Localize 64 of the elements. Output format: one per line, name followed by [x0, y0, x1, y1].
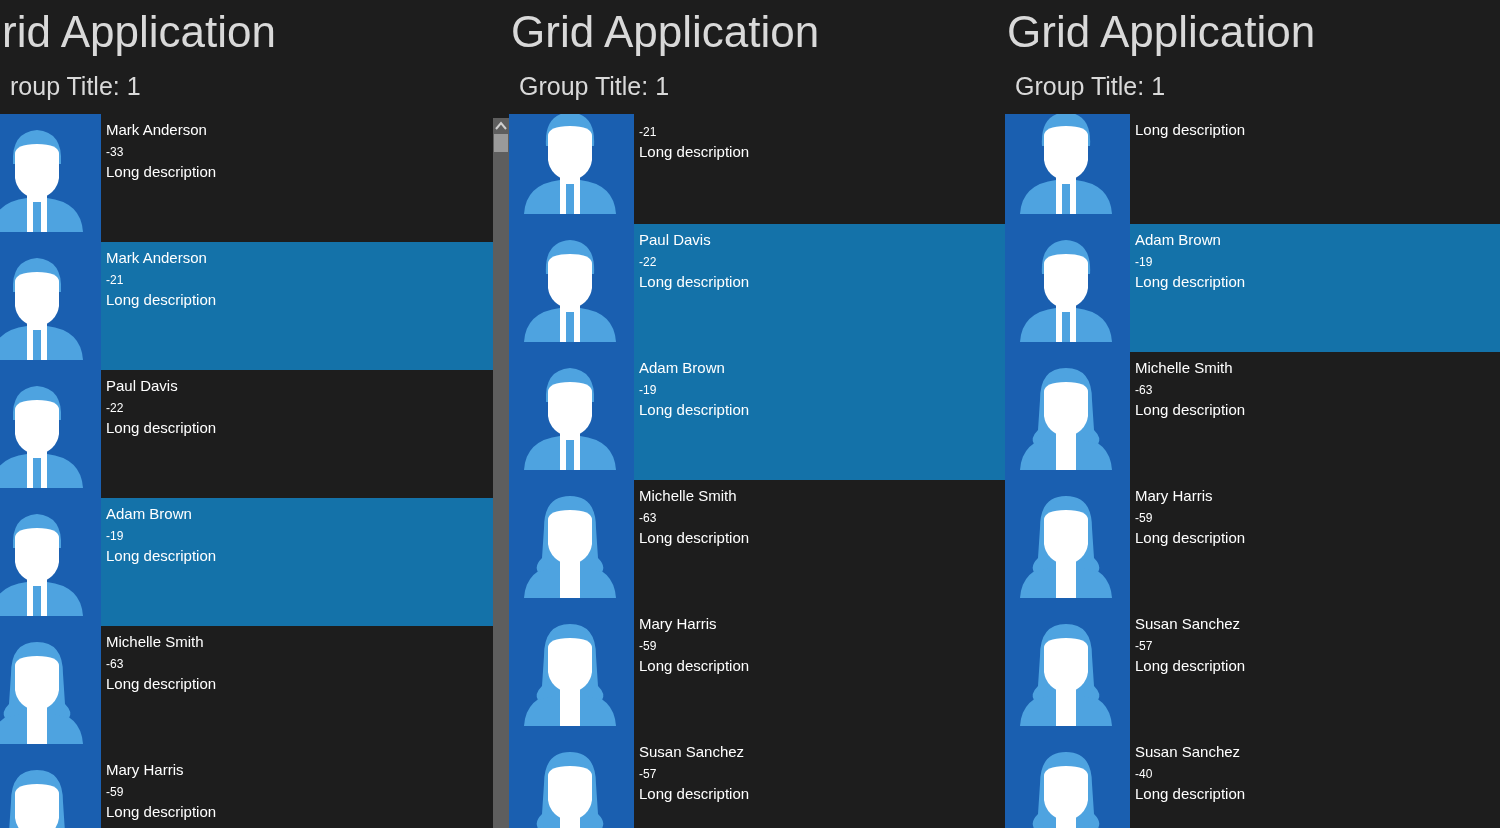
list-item[interactable]: Adam Brown -19 Long description [634, 352, 1005, 480]
item-name: Susan Sanchez [1135, 742, 1242, 762]
item-description: Long description [639, 784, 751, 804]
item-value: -21 [106, 272, 125, 289]
item-description: Long description [1135, 656, 1247, 676]
item-description: Long description [639, 656, 751, 676]
item-value: -21 [639, 124, 658, 141]
item-value: -19 [639, 382, 658, 399]
item-description: Long description [106, 162, 218, 182]
item-description: Long description [106, 802, 218, 822]
scrollbar[interactable] [493, 118, 509, 828]
list-item[interactable]: Adam Brown -19 Long description [101, 498, 493, 626]
item-name: Susan Sanchez [1135, 614, 1242, 634]
item-description: Long description [1135, 784, 1247, 804]
item-name: Michelle Smith [1135, 358, 1234, 378]
item-name: Paul Davis [106, 376, 179, 396]
item-value: -22 [639, 254, 658, 271]
group-title[interactable]: roup Title: 1 [10, 70, 493, 102]
item-name: Susan Sanchez [639, 742, 746, 762]
item-value: -57 [639, 766, 658, 783]
item-name: Mark Anderson [106, 120, 208, 140]
item-name: Adam Brown [1135, 230, 1222, 250]
group-title[interactable]: Group Title: 1 [519, 70, 1005, 102]
item-name: Paul Davis [639, 230, 712, 250]
item-name: Mary Harris [106, 760, 185, 780]
list-item[interactable]: Adam Brown -19 Long description [1130, 224, 1500, 352]
item-value: -40 [1135, 766, 1154, 783]
item-name: Adam Brown [106, 504, 193, 524]
item-value: -22 [106, 400, 125, 417]
item-description: Long description [1135, 528, 1247, 548]
item-value: -57 [1135, 638, 1154, 655]
item-description: Long description [106, 674, 218, 694]
item-description: Long description [106, 290, 218, 310]
item-name: Adam Brown [639, 358, 726, 378]
item-description: Long description [639, 272, 751, 292]
group-title[interactable]: Group Title: 1 [1015, 70, 1500, 102]
item-name: Michelle Smith [639, 486, 738, 506]
app-title: rid Application [2, 6, 277, 58]
item-name: Mary Harris [1135, 486, 1214, 506]
app-title: Grid Application [511, 6, 821, 58]
item-value: -63 [1135, 382, 1154, 399]
item-description: Long description [106, 546, 218, 566]
item-description: Long description [1135, 400, 1247, 420]
item-value: -63 [639, 510, 658, 527]
item-value: -19 [1135, 254, 1154, 271]
item-value: -59 [1135, 510, 1154, 527]
scroll-thumb[interactable] [494, 134, 508, 152]
item-value: -63 [106, 656, 125, 673]
item-name: Mary Harris [639, 614, 718, 634]
item-value: -59 [639, 638, 658, 655]
list-item[interactable]: Paul Davis -22 Long description [634, 224, 1005, 352]
item-description: Long description [1135, 272, 1247, 292]
item-description: Long description [639, 400, 751, 420]
item-description: Long description [106, 418, 218, 438]
app-title: Grid Application [1007, 6, 1317, 58]
item-description: Long description [639, 528, 751, 548]
item-description: Long description [1135, 120, 1247, 140]
item-value: -33 [106, 144, 125, 161]
item-value: -19 [106, 528, 125, 545]
item-description: Long description [639, 142, 751, 162]
item-name: Michelle Smith [106, 632, 205, 652]
item-value: -59 [106, 784, 125, 801]
list-item[interactable]: Mark Anderson -21 Long description [101, 242, 493, 370]
item-name: Mark Anderson [106, 248, 208, 268]
